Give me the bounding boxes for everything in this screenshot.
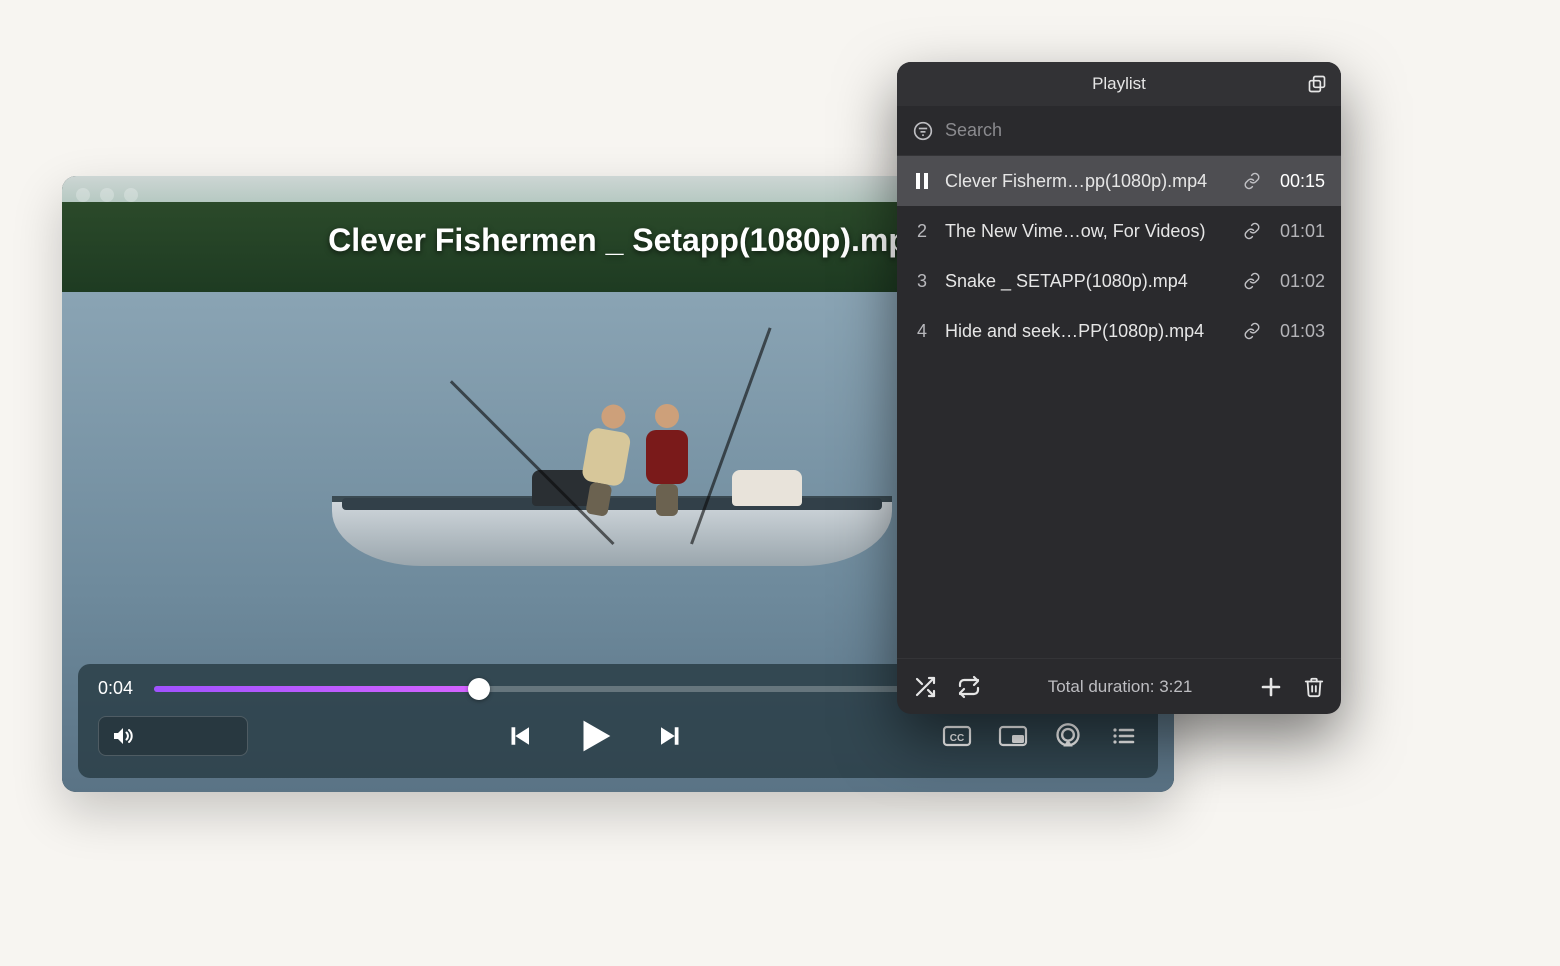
zoom-window-button[interactable] bbox=[124, 188, 138, 202]
playlist-item-duration: 01:01 bbox=[1275, 221, 1325, 242]
add-to-playlist-button[interactable] bbox=[1259, 675, 1283, 699]
svg-text:CC: CC bbox=[950, 733, 964, 744]
link-icon[interactable] bbox=[1243, 222, 1261, 240]
playlist-item-index: 2 bbox=[913, 221, 931, 242]
video-title-overlay: Clever Fishermen _ Setapp(1080p).mp bbox=[328, 222, 908, 259]
subtitles-button[interactable]: CC bbox=[942, 724, 972, 748]
airplay-button[interactable] bbox=[1054, 722, 1082, 750]
link-icon[interactable] bbox=[1243, 322, 1261, 340]
minimize-window-button[interactable] bbox=[100, 188, 114, 202]
repeat-button[interactable] bbox=[957, 675, 981, 699]
playlist-item-duration: 01:03 bbox=[1275, 321, 1325, 342]
playlist-item-index: 3 bbox=[913, 271, 931, 292]
detach-playlist-button[interactable] bbox=[1307, 74, 1327, 94]
playlist-item[interactable]: 3 Snake _ SETAPP(1080p).mp4 01:02 bbox=[897, 256, 1341, 306]
clear-playlist-button[interactable] bbox=[1303, 675, 1325, 699]
now-playing-icon bbox=[913, 173, 931, 189]
seek-thumb[interactable] bbox=[468, 678, 490, 700]
playlist-item-duration: 00:15 bbox=[1275, 171, 1325, 192]
playlist-item-duration: 01:02 bbox=[1275, 271, 1325, 292]
link-icon[interactable] bbox=[1243, 172, 1261, 190]
shuffle-button[interactable] bbox=[913, 675, 937, 699]
playlist-search-input[interactable] bbox=[945, 120, 1325, 141]
playlist-item[interactable]: 4 Hide and seek…PP(1080p).mp4 01:03 bbox=[897, 306, 1341, 356]
volume-icon bbox=[111, 724, 135, 748]
playlist-item-index: 4 bbox=[913, 321, 931, 342]
play-button[interactable] bbox=[572, 713, 618, 759]
playlist-total-duration: Total duration: 3:21 bbox=[1048, 677, 1193, 697]
previous-track-button[interactable] bbox=[504, 721, 534, 751]
playlist-item-title: Snake _ SETAPP(1080p).mp4 bbox=[945, 271, 1229, 292]
window-traffic-lights bbox=[76, 188, 138, 202]
close-window-button[interactable] bbox=[76, 188, 90, 202]
volume-control[interactable] bbox=[98, 716, 248, 756]
seek-fill bbox=[154, 686, 479, 692]
playlist-items: Clever Fisherm…pp(1080p).mp4 00:15 2 The Ne… bbox=[897, 156, 1341, 658]
playlist-item[interactable]: Clever Fisherm…pp(1080p).mp4 00:15 bbox=[897, 156, 1341, 206]
playlist-header: Playlist bbox=[897, 62, 1341, 106]
playlist-item-title: Clever Fisherm…pp(1080p).mp4 bbox=[945, 171, 1229, 192]
scene-boat bbox=[332, 496, 892, 566]
playlist-item-title: Hide and seek…PP(1080p).mp4 bbox=[945, 321, 1229, 342]
picture-in-picture-button[interactable] bbox=[998, 724, 1028, 748]
elapsed-time: 0:04 bbox=[98, 678, 140, 699]
playlist-item[interactable]: 2 The New Vime…ow, For Videos) 01:01 bbox=[897, 206, 1341, 256]
filter-icon[interactable] bbox=[913, 121, 933, 141]
link-icon[interactable] bbox=[1243, 272, 1261, 290]
playlist-search-row bbox=[897, 106, 1341, 156]
playlist-panel: Playlist Clever Fisherm…pp(1080p).mp4 00:… bbox=[897, 62, 1341, 714]
playlist-footer: Total duration: 3:21 bbox=[897, 658, 1341, 714]
playlist-toggle-button[interactable] bbox=[1108, 724, 1138, 748]
playlist-item-title: The New Vime…ow, For Videos) bbox=[945, 221, 1229, 242]
playlist-title: Playlist bbox=[1092, 74, 1146, 94]
next-track-button[interactable] bbox=[656, 721, 686, 751]
